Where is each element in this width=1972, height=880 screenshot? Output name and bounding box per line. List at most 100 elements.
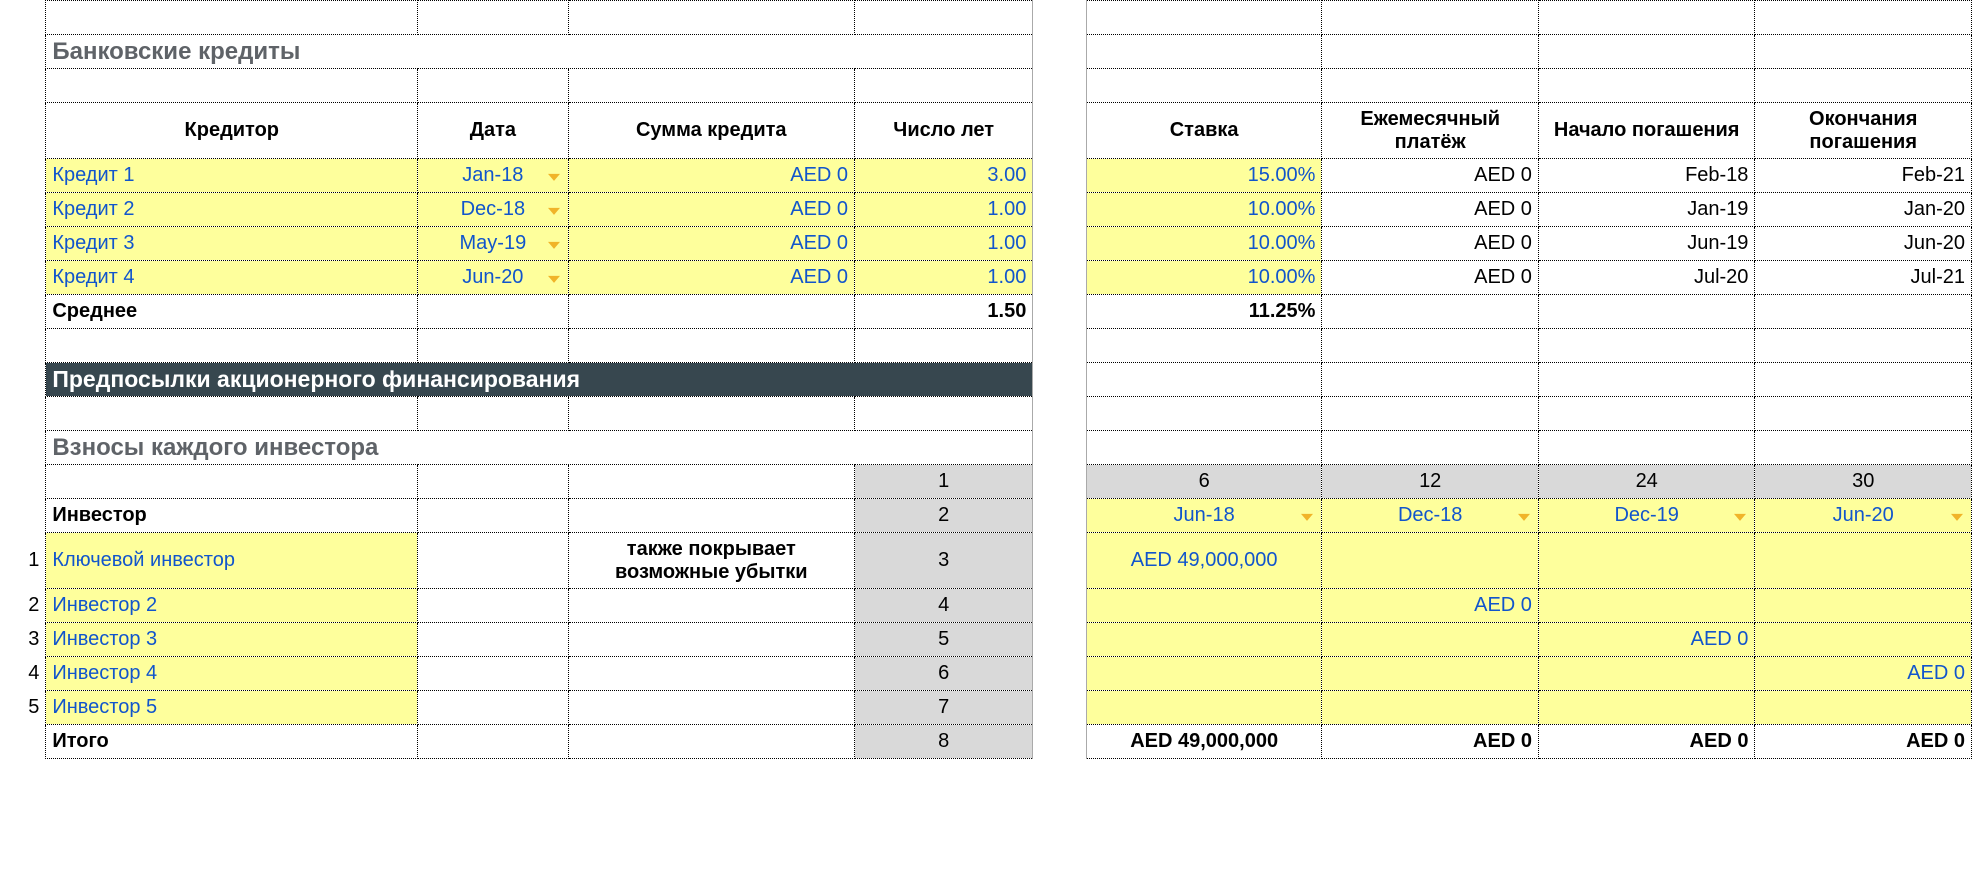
cell[interactable]: [418, 69, 568, 103]
cell[interactable]: [1755, 397, 1972, 431]
cell[interactable]: [1755, 295, 1972, 329]
cell[interactable]: [418, 691, 568, 725]
cell[interactable]: [568, 589, 855, 623]
cell[interactable]: [1086, 35, 1322, 69]
loan-rate-input[interactable]: 10.00%: [1086, 261, 1322, 295]
cell[interactable]: [1755, 69, 1972, 103]
cell[interactable]: [568, 329, 855, 363]
cell[interactable]: [418, 1, 568, 35]
cell[interactable]: [418, 725, 568, 759]
cell[interactable]: [1538, 69, 1755, 103]
contrib-input[interactable]: [1322, 623, 1539, 657]
cell[interactable]: [1755, 431, 1972, 465]
cell[interactable]: [418, 589, 568, 623]
cell[interactable]: [568, 623, 855, 657]
schedule-date-dropdown[interactable]: Dec-18: [1322, 499, 1539, 533]
cell[interactable]: [1322, 397, 1539, 431]
cell[interactable]: [1538, 1, 1755, 35]
contrib-input[interactable]: [1538, 533, 1755, 589]
cell[interactable]: [418, 329, 568, 363]
cell[interactable]: [418, 295, 568, 329]
contrib-input[interactable]: [1086, 657, 1322, 691]
cell[interactable]: [46, 397, 418, 431]
cell[interactable]: [568, 725, 855, 759]
cell[interactable]: [568, 499, 855, 533]
loan-name-input[interactable]: Кредит 4: [46, 261, 418, 295]
loan-date-dropdown[interactable]: Jan-18: [418, 159, 568, 193]
cell[interactable]: [568, 295, 855, 329]
contrib-input[interactable]: [1755, 623, 1972, 657]
contrib-input[interactable]: [1086, 691, 1322, 725]
loan-name-input[interactable]: Кредит 1: [46, 159, 418, 193]
loan-amount-input[interactable]: AED 0: [568, 261, 855, 295]
cell[interactable]: [1755, 329, 1972, 363]
cell[interactable]: [1086, 329, 1322, 363]
cell[interactable]: [46, 329, 418, 363]
cell[interactable]: [1538, 397, 1755, 431]
cell[interactable]: [568, 691, 855, 725]
cell[interactable]: [1086, 1, 1322, 35]
cell[interactable]: [1755, 35, 1972, 69]
loan-rate-input[interactable]: 15.00%: [1086, 159, 1322, 193]
cell[interactable]: [1322, 363, 1539, 397]
cell[interactable]: [568, 1, 855, 35]
investor-name-input[interactable]: Инвестор 5: [46, 691, 418, 725]
investor-name-input[interactable]: Инвестор 4: [46, 657, 418, 691]
contrib-input[interactable]: AED 0: [1538, 623, 1755, 657]
cell[interactable]: [568, 69, 855, 103]
cell[interactable]: [418, 397, 568, 431]
cell[interactable]: [418, 499, 568, 533]
contrib-input[interactable]: AED 0: [1755, 657, 1972, 691]
cell[interactable]: [1086, 397, 1322, 431]
contrib-input[interactable]: [1322, 691, 1539, 725]
cell[interactable]: [1322, 329, 1539, 363]
loan-years-input[interactable]: 1.00: [855, 261, 1033, 295]
cell[interactable]: [46, 69, 418, 103]
contrib-input[interactable]: [1755, 533, 1972, 589]
contrib-input[interactable]: AED 0: [1322, 589, 1539, 623]
cell[interactable]: [46, 465, 418, 499]
loan-amount-input[interactable]: AED 0: [568, 159, 855, 193]
contrib-input[interactable]: [1755, 691, 1972, 725]
contrib-input[interactable]: [1086, 589, 1322, 623]
investor-name-input[interactable]: Инвестор 3: [46, 623, 418, 657]
loan-date-dropdown[interactable]: May-19: [418, 227, 568, 261]
cell[interactable]: [418, 465, 568, 499]
contrib-input[interactable]: [1086, 623, 1322, 657]
loan-years-input[interactable]: 1.00: [855, 227, 1033, 261]
contrib-input[interactable]: [1538, 589, 1755, 623]
cell[interactable]: [855, 1, 1033, 35]
contrib-input[interactable]: [1322, 657, 1539, 691]
loan-date-dropdown[interactable]: Jun-20: [418, 261, 568, 295]
contrib-input[interactable]: [1538, 657, 1755, 691]
contrib-input[interactable]: [1755, 589, 1972, 623]
cell[interactable]: [1538, 295, 1755, 329]
loan-amount-input[interactable]: AED 0: [568, 193, 855, 227]
loan-rate-input[interactable]: 10.00%: [1086, 193, 1322, 227]
loan-date-dropdown[interactable]: Dec-18: [418, 193, 568, 227]
cell[interactable]: [1755, 1, 1972, 35]
schedule-date-dropdown[interactable]: Jun-20: [1755, 499, 1972, 533]
investor-name-input[interactable]: Инвестор 2: [46, 589, 418, 623]
cell[interactable]: [568, 657, 855, 691]
cell[interactable]: [1322, 69, 1539, 103]
loan-years-input[interactable]: 1.00: [855, 193, 1033, 227]
cell[interactable]: [855, 329, 1033, 363]
cell[interactable]: [568, 465, 855, 499]
loan-years-input[interactable]: 3.00: [855, 159, 1033, 193]
cell[interactable]: [1322, 295, 1539, 329]
cell[interactable]: [1538, 35, 1755, 69]
cell[interactable]: [418, 657, 568, 691]
contrib-input[interactable]: [1322, 533, 1539, 589]
loan-rate-input[interactable]: 10.00%: [1086, 227, 1322, 261]
cell[interactable]: [1755, 363, 1972, 397]
cell[interactable]: [568, 397, 855, 431]
investor-name-input[interactable]: Ключевой инвестор: [46, 533, 418, 589]
cell[interactable]: [1322, 431, 1539, 465]
cell[interactable]: [1086, 431, 1322, 465]
cell[interactable]: [1538, 431, 1755, 465]
cell[interactable]: [1538, 329, 1755, 363]
cell[interactable]: [46, 1, 418, 35]
contrib-input[interactable]: [1538, 691, 1755, 725]
cell[interactable]: [855, 397, 1033, 431]
